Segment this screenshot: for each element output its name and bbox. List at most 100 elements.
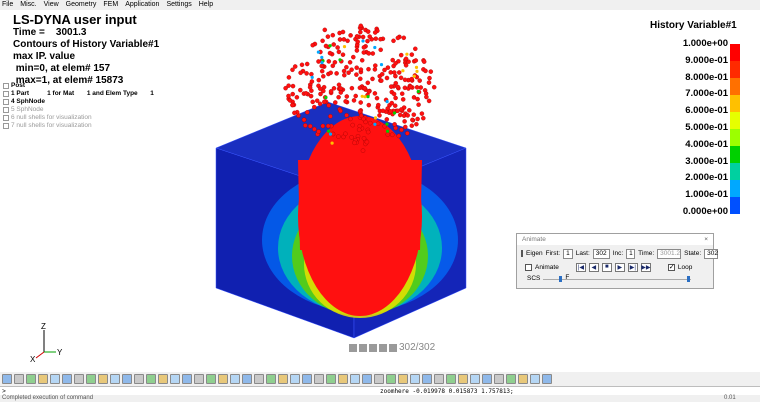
undo-icon[interactable] [518,374,528,384]
sph-particle [365,80,371,86]
time-field[interactable]: 3001.2 [657,248,682,259]
state-field[interactable]: 302 [704,248,719,259]
mesh-icon[interactable] [254,374,264,384]
part-tree-item[interactable]: 1 Part 1 for Mat 1 and Elem Type 1 [3,90,154,98]
zoom-icon[interactable] [122,374,132,384]
animate-checkbox[interactable] [525,263,532,271]
inc-field[interactable]: 1 [626,248,636,259]
sph-particle [373,45,377,50]
close-icon[interactable]: × [704,234,708,245]
fit-view-icon[interactable] [110,374,120,384]
model-viewport[interactable] [210,20,480,340]
loop-checkbox[interactable] [667,263,675,271]
command-line[interactable]: > zoomhere -0.019978 0.015873 1.757813; [0,386,760,395]
fast-forward-icon[interactable]: ▶▶ [640,262,651,272]
part-tree-item[interactable]: 4 SphNode [3,98,154,106]
menu-fem[interactable]: FEM [103,0,118,10]
menu-file[interactable]: File [2,0,13,10]
rotate-icon[interactable] [146,374,156,384]
pan-icon[interactable] [134,374,144,384]
perspective-icon[interactable] [14,374,24,384]
camera-icon[interactable] [482,374,492,384]
left-view-icon[interactable] [50,374,60,384]
stop-icon[interactable]: ■ [601,262,612,272]
export-icon[interactable] [506,374,516,384]
section-icon[interactable] [182,374,192,384]
shell-icon[interactable] [302,374,312,384]
menu-geometry[interactable]: Geometry [66,0,97,10]
select-icon[interactable] [158,374,168,384]
render-icon[interactable] [398,374,408,384]
sph-particle [372,67,378,72]
sph-particle [426,98,432,104]
sph-icon[interactable] [338,374,348,384]
fringe-icon[interactable] [194,374,204,384]
part-tree-item[interactable]: 6 null shells for visualization [3,114,154,122]
last-frame-icon[interactable] [389,343,397,352]
node-icon[interactable] [290,374,300,384]
sph-particle [344,64,349,70]
prev-frame-icon[interactable] [359,343,367,352]
section-plane-icon[interactable] [362,374,372,384]
beam-icon[interactable] [326,374,336,384]
home-icon[interactable] [2,374,12,384]
solid-icon[interactable] [314,374,324,384]
color-icon[interactable] [458,374,468,384]
step-back-icon[interactable]: ◀ [588,262,599,272]
right-view-icon[interactable] [62,374,72,384]
sph-particle [361,39,365,43]
eigen-checkbox[interactable] [521,250,523,257]
isometric-icon[interactable] [98,374,108,384]
play-icon[interactable]: ▶ [614,262,625,272]
sph-particle [423,68,428,74]
part-tree-item[interactable]: 7 null shells for visualization [3,122,154,130]
sph-particle [411,112,417,117]
legend-icon[interactable] [470,374,480,384]
cut-icon[interactable] [386,374,396,384]
animate-icon[interactable] [242,374,252,384]
part-icon[interactable] [266,374,276,384]
front-view-icon[interactable] [74,374,84,384]
menu-view[interactable]: View [44,0,59,10]
bottom-view-icon[interactable] [38,374,48,384]
menu-settings[interactable]: Settings [166,0,191,10]
help-icon[interactable] [542,374,552,384]
last-field[interactable]: 302 [592,248,610,259]
material-icon[interactable] [350,374,360,384]
clip-icon[interactable] [374,374,384,384]
speed-slider-knob[interactable] [559,275,563,282]
sph-particle [330,141,334,145]
next-frame-icon[interactable] [379,343,387,352]
measure-icon[interactable] [170,374,180,384]
sph-particle [366,51,372,56]
parts-tree-root[interactable]: Post [3,82,154,90]
sph-particle [385,132,391,137]
speed-slider-end[interactable] [687,275,691,282]
contour-icon[interactable] [206,374,216,384]
part-tree-item[interactable]: 5 SphNode [3,106,154,114]
first-frame-icon[interactable] [349,343,357,352]
menu-application[interactable]: Application [125,0,159,10]
vector-icon[interactable] [218,374,228,384]
light-icon[interactable] [446,374,456,384]
wire-icon[interactable] [422,374,432,384]
redo-icon[interactable] [530,374,540,384]
sph-particle [342,45,347,49]
shade-icon[interactable] [410,374,420,384]
rewind-icon[interactable]: |◀ [575,262,586,272]
menu-misc[interactable]: Misc. [20,0,36,10]
sph-particle [357,108,363,114]
first-field[interactable]: 1 [563,248,573,259]
element-icon[interactable] [278,374,288,384]
menu-help[interactable]: Help [199,0,213,10]
speed-slider[interactable]: F [543,274,692,282]
history-icon[interactable] [230,374,240,384]
print-icon[interactable] [494,374,504,384]
hidden-icon[interactable] [434,374,444,384]
back-view-icon[interactable] [86,374,96,384]
sph-particle [340,29,346,35]
top-view-icon[interactable] [26,374,36,384]
step-forward-icon[interactable]: ▶| [627,262,638,272]
legend-tick-label: 8.000e-01 [685,71,728,83]
stop-icon[interactable] [369,343,377,352]
